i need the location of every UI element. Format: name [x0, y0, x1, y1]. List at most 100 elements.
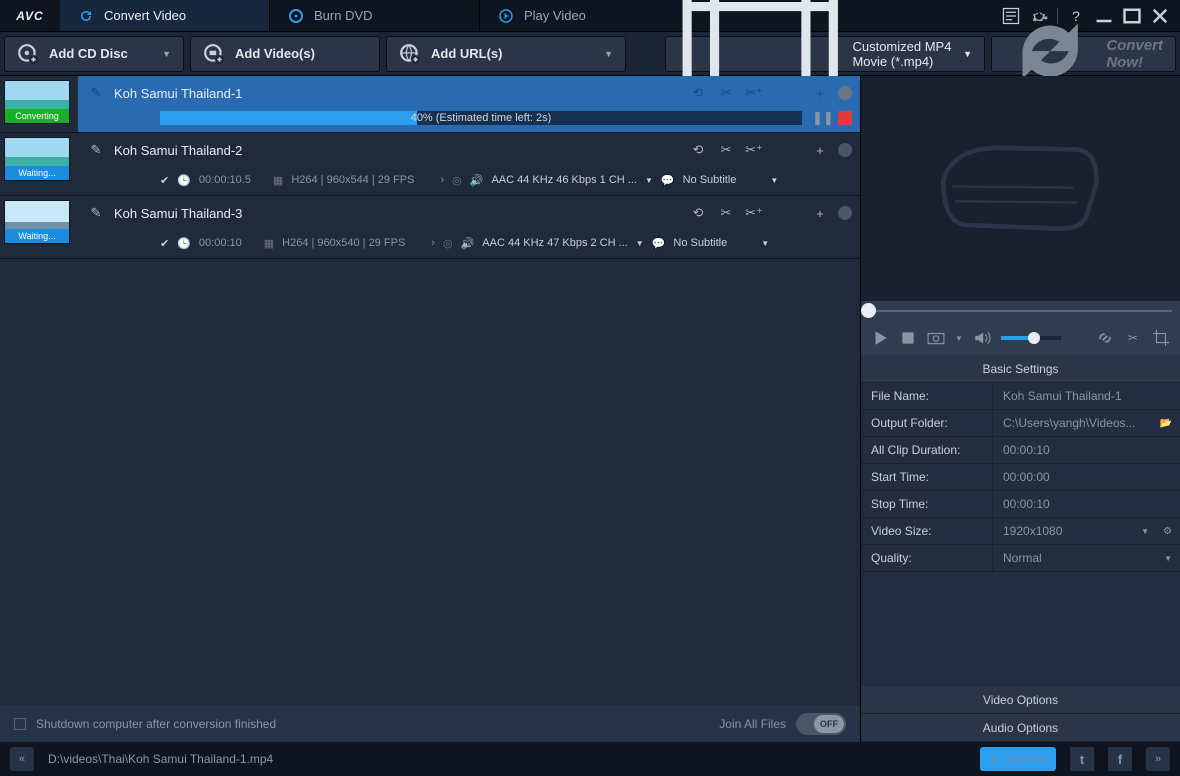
remove-icon[interactable]	[838, 206, 852, 220]
remove-icon[interactable]	[838, 143, 852, 157]
basic-settings-table: File Name: Koh Samui Thailand-1 Output F…	[861, 383, 1180, 572]
tab-burn[interactable]: Burn DVD	[270, 0, 480, 31]
clipdur-label: All Clip Duration:	[861, 437, 993, 463]
upgrade-button[interactable]: ⬆ Upgrade	[980, 747, 1056, 771]
file-title: Koh Samui Thailand-3	[114, 206, 680, 221]
file-list-pane: Converting ✎ Koh Samui Thailand-1 ⟲ ✂ ✂⁺…	[0, 76, 861, 742]
progress-bar: 40% (Estimated time left: 2s)	[160, 111, 802, 125]
vsize-label: Video Size:	[861, 518, 993, 544]
status-badge: Converting	[5, 109, 69, 123]
volume-slider[interactable]	[1001, 336, 1061, 340]
file-video-info: H264 | 960x540 | 29 FPS	[282, 237, 405, 249]
effects-icon[interactable]: ✂⁺	[744, 83, 764, 103]
expand-icon[interactable]: ›	[440, 174, 444, 186]
filmstrip-icon	[920, 107, 1121, 270]
remove-icon[interactable]	[838, 86, 852, 100]
crop-icon[interactable]	[1152, 329, 1170, 347]
disc-plus-icon	[17, 43, 39, 65]
audio-options-header[interactable]: Audio Options	[861, 714, 1180, 742]
add-videos-button[interactable]: Add Video(s)	[190, 36, 380, 72]
filename-value[interactable]: Koh Samui Thailand-1	[993, 383, 1180, 409]
file-audio-info[interactable]: AAC 44 KHz 47 Kbps 2 CH ...▼	[482, 237, 643, 249]
gear-icon[interactable]: ⚙	[1163, 526, 1172, 537]
subtitle-icon: 💬	[661, 174, 675, 187]
expand-icon[interactable]: ›	[431, 237, 435, 249]
preview-area	[861, 76, 1180, 301]
file-row[interactable]: Waiting... ✎ Koh Samui Thailand-3 ⟲ ✂ ✂⁺…	[0, 196, 860, 259]
minimize-icon[interactable]	[1094, 6, 1114, 26]
refresh-icon[interactable]: ⟲	[688, 203, 708, 223]
file-title: Koh Samui Thailand-1	[114, 86, 680, 101]
output-profile-dropdown[interactable]: Customized MP4 Movie (*.mp4) ▼	[665, 36, 985, 72]
start-label: Start Time:	[861, 464, 993, 490]
outfolder-value[interactable]: C:\Users\yangh\Videos...📂	[993, 410, 1180, 436]
add-cd-button[interactable]: Add CD Disc ▼	[4, 36, 184, 72]
basic-settings-header[interactable]: Basic Settings	[861, 355, 1180, 383]
vsize-value[interactable]: 1920x1080▼⚙	[993, 518, 1180, 544]
add-urls-button[interactable]: Add URL(s) ▼	[386, 36, 626, 72]
file-row[interactable]: Converting ✎ Koh Samui Thailand-1 ⟲ ✂ ✂⁺…	[0, 76, 860, 133]
quality-value[interactable]: Normal▼	[993, 545, 1180, 571]
twitter-icon[interactable]: t	[1070, 747, 1094, 771]
speaker-icon: 🔊	[461, 237, 475, 250]
add-icon[interactable]: +	[810, 83, 830, 103]
play-icon[interactable]	[871, 329, 889, 347]
file-subtitle[interactable]: No Subtitle▼	[673, 237, 769, 249]
cut-icon[interactable]: ✂	[1124, 329, 1142, 347]
maximize-icon[interactable]	[1122, 6, 1142, 26]
refresh-icon[interactable]: ⟲	[688, 83, 708, 103]
stop-icon[interactable]	[899, 329, 917, 347]
convert-now-button[interactable]: Convert Now!	[991, 36, 1176, 72]
tab-burn-label: Burn DVD	[314, 8, 373, 23]
disc-icon	[288, 8, 304, 24]
cut-icon[interactable]: ✂	[716, 203, 736, 223]
add-videos-label: Add Video(s)	[235, 46, 315, 61]
effects-icon[interactable]: ✂⁺	[744, 140, 764, 160]
chevron-down-icon: ▼	[761, 239, 769, 248]
convert-now-label: Convert Now!	[1106, 37, 1163, 71]
check-icon[interactable]: ✔	[160, 174, 169, 187]
facebook-icon[interactable]: f	[1108, 747, 1132, 771]
volume-icon[interactable]	[973, 329, 991, 347]
pause-icon[interactable]: ❚❚	[812, 110, 828, 126]
preview-controls: ▼ ✂	[861, 321, 1180, 355]
file-audio-info[interactable]: AAC 44 KHz 46 Kbps 1 CH ...▼	[491, 174, 652, 186]
refresh-icon[interactable]: ⟲	[688, 140, 708, 160]
check-icon[interactable]: ✔	[160, 237, 169, 250]
close-icon[interactable]	[1150, 6, 1170, 26]
folder-icon[interactable]: 📂	[1160, 418, 1172, 429]
edit-icon[interactable]: ✎	[86, 203, 106, 223]
edit-icon[interactable]: ✎	[86, 140, 106, 160]
tab-convert[interactable]: Convert Video	[60, 0, 270, 31]
start-value[interactable]: 00:00:00	[993, 464, 1180, 490]
seek-bar[interactable]	[861, 301, 1180, 321]
expand-icon[interactable]: »	[1146, 747, 1170, 771]
collapse-icon[interactable]: «	[10, 747, 34, 771]
file-thumbnail: Waiting...	[4, 137, 70, 181]
file-duration: 00:00:10.5	[199, 174, 251, 186]
output-profile-label: Customized MP4 Movie (*.mp4)	[852, 39, 953, 69]
chevron-down-icon: ▼	[1141, 527, 1149, 536]
edit-icon[interactable]: ✎	[86, 83, 106, 103]
stop-icon[interactable]	[838, 111, 852, 125]
file-thumbnail: Converting	[4, 80, 70, 124]
stop-value[interactable]: 00:00:10	[993, 491, 1180, 517]
file-title: Koh Samui Thailand-2	[114, 143, 680, 158]
join-all-switch[interactable]: OFF	[796, 713, 846, 735]
shutdown-checkbox[interactable]	[14, 718, 26, 730]
snapshot-icon[interactable]	[927, 329, 945, 347]
globe-plus-icon	[399, 43, 421, 65]
cut-icon[interactable]: ✂	[716, 83, 736, 103]
tab-play[interactable]: Play Video	[480, 0, 690, 31]
effects-icon[interactable]: ✂⁺	[744, 203, 764, 223]
add-icon[interactable]: +	[810, 203, 830, 223]
chevron-down-icon[interactable]: ▼	[955, 334, 963, 343]
add-icon[interactable]: +	[810, 140, 830, 160]
link-icon[interactable]	[1096, 329, 1114, 347]
film-icon: ▦	[264, 237, 274, 250]
shutdown-label: Shutdown computer after conversion finis…	[36, 717, 276, 731]
file-row[interactable]: Waiting... ✎ Koh Samui Thailand-2 ⟲ ✂ ✂⁺…	[0, 133, 860, 196]
video-options-header[interactable]: Video Options	[861, 686, 1180, 714]
file-subtitle[interactable]: No Subtitle▼	[683, 174, 779, 186]
cut-icon[interactable]: ✂	[716, 140, 736, 160]
